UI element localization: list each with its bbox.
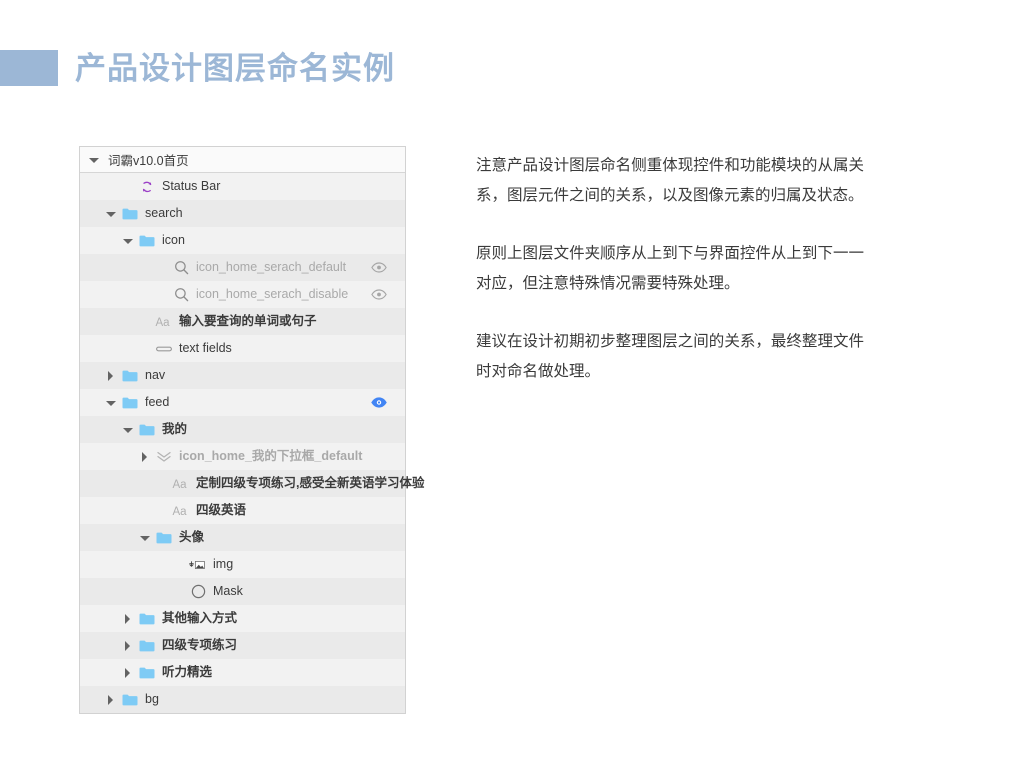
- layer-row-label: search: [145, 206, 183, 221]
- text-field-icon: [155, 340, 173, 358]
- layer-row[interactable]: 我的: [80, 416, 405, 443]
- chevron-double-down-icon: [155, 448, 173, 466]
- note-paragraph: 原则上图层文件夹顺序从上到下与界面控件从上到下一一对应，但注意特殊情况需要特殊处…: [476, 245, 864, 292]
- layer-row-label: 定制四级专项练习,感受全新英语学习体验: [196, 476, 425, 491]
- image-mask-icon: [189, 556, 207, 574]
- svg-text:Aa: Aa: [156, 317, 171, 328]
- disclosure-triangle-icon[interactable]: [105, 694, 117, 706]
- folder-icon: [138, 637, 156, 655]
- text-layer-icon: Aa: [155, 313, 173, 331]
- layer-row[interactable]: Status Bar: [80, 173, 405, 200]
- symbol-icon: [138, 178, 156, 196]
- disclosure-triangle-icon[interactable]: [122, 613, 134, 625]
- layer-row[interactable]: img: [80, 551, 405, 578]
- disclosure-triangle-icon[interactable]: [88, 154, 100, 166]
- layer-row-label: icon_home_我的下拉框_default: [179, 449, 363, 464]
- folder-icon: [138, 610, 156, 628]
- layer-row-label: 输入要查询的单词或句子: [179, 314, 317, 329]
- layer-row[interactable]: feed: [80, 389, 405, 416]
- layer-row[interactable]: 听力精选: [80, 659, 405, 686]
- layer-row-label: icon_home_serach_disable: [196, 287, 349, 302]
- disclosure-triangle-icon[interactable]: [122, 667, 134, 679]
- note-paragraph: 建议在设计初期初步整理图层之间的关系，最终整理文件时对命名做处理。: [476, 333, 864, 380]
- title-text: 产品设计图层命名实例: [75, 50, 395, 86]
- svg-text:Aa: Aa: [173, 506, 188, 517]
- layer-row[interactable]: bg: [80, 686, 405, 713]
- layer-row[interactable]: nav: [80, 362, 405, 389]
- circle-shape-icon: [189, 583, 207, 601]
- disclosure-triangle-icon[interactable]: [139, 532, 151, 544]
- disclosure-triangle-icon[interactable]: [139, 451, 151, 463]
- layer-row-label: bg: [145, 692, 159, 707]
- folder-icon: [138, 232, 156, 250]
- folder-icon: [121, 394, 139, 412]
- layer-panel-header-label: 词霸v10.0首页: [108, 154, 189, 168]
- layer-panel: 词霸v10.0首页 Status Bar search icon icon_home_…: [79, 146, 424, 714]
- layer-row-label: icon: [162, 233, 185, 248]
- note-paragraph: 注意产品设计图层命名侧重体现控件和功能模块的从属关系，图层元件之间的关系，以及图…: [476, 157, 864, 204]
- layer-row-label: icon_home_serach_default: [196, 260, 347, 275]
- title-accent-bar: [0, 50, 58, 86]
- layer-row[interactable]: Aa 四级英语: [80, 497, 405, 524]
- layer-row[interactable]: icon_home_serach_default: [80, 254, 405, 281]
- search-icon: [172, 286, 190, 304]
- layer-row-label: 头像: [179, 530, 205, 545]
- visibility-eye-icon[interactable]: [371, 395, 387, 411]
- layer-row[interactable]: icon: [80, 227, 405, 254]
- layer-row-label: 四级专项练习: [162, 638, 238, 653]
- disclosure-triangle-icon[interactable]: [105, 397, 117, 409]
- visibility-eye-icon[interactable]: [371, 260, 387, 276]
- search-icon: [172, 259, 190, 277]
- disclosure-triangle-icon[interactable]: [105, 370, 117, 382]
- folder-icon: [121, 205, 139, 223]
- folder-icon: [138, 421, 156, 439]
- folder-icon: [138, 664, 156, 682]
- text-layer-icon: Aa: [172, 502, 190, 520]
- layer-row[interactable]: icon_home_serach_disable: [80, 281, 405, 308]
- layer-row-label: 我的: [162, 422, 188, 437]
- layer-row[interactable]: 其他输入方式: [80, 605, 405, 632]
- layer-row-label: text fields: [179, 341, 232, 356]
- svg-text:Aa: Aa: [173, 479, 188, 490]
- folder-icon: [121, 367, 139, 385]
- disclosure-triangle-icon[interactable]: [105, 208, 117, 220]
- layer-row[interactable]: Mask: [80, 578, 405, 605]
- layer-row-label: nav: [145, 368, 166, 383]
- layer-row-list: Status Bar search icon icon_home_serach_def…: [80, 173, 424, 713]
- layer-row[interactable]: Aa 输入要查询的单词或句子: [80, 308, 405, 335]
- notes-column: 注意产品设计图层命名侧重体现控件和功能模块的从属关系，图层元件之间的关系，以及图…: [476, 151, 864, 387]
- layer-row-label: 其他输入方式: [162, 611, 238, 626]
- layer-row[interactable]: 头像: [80, 524, 405, 551]
- text-layer-icon: Aa: [172, 475, 190, 493]
- visibility-eye-icon[interactable]: [371, 287, 387, 303]
- layer-row[interactable]: Aa 定制四级专项练习,感受全新英语学习体验: [80, 470, 424, 497]
- folder-icon: [121, 691, 139, 709]
- layer-panel-header[interactable]: 词霸v10.0首页: [80, 146, 405, 173]
- layer-row-label: Mask: [213, 584, 243, 599]
- disclosure-triangle-icon[interactable]: [122, 424, 134, 436]
- layer-row-label: feed: [145, 395, 170, 410]
- layer-row[interactable]: search: [80, 200, 405, 227]
- layer-row[interactable]: text fields: [80, 335, 405, 362]
- disclosure-triangle-icon[interactable]: [122, 235, 134, 247]
- folder-icon: [155, 529, 173, 547]
- layer-row-label: 听力精选: [162, 665, 213, 680]
- layer-row[interactable]: icon_home_我的下拉框_default: [80, 443, 405, 470]
- layer-row-label: 四级英语: [196, 503, 247, 518]
- layer-row-label: img: [213, 557, 234, 572]
- disclosure-triangle-icon[interactable]: [122, 640, 134, 652]
- layer-row[interactable]: 四级专项练习: [80, 632, 405, 659]
- page-title: 产品设计图层命名实例: [0, 46, 395, 90]
- layer-row-label: Status Bar: [162, 179, 221, 194]
